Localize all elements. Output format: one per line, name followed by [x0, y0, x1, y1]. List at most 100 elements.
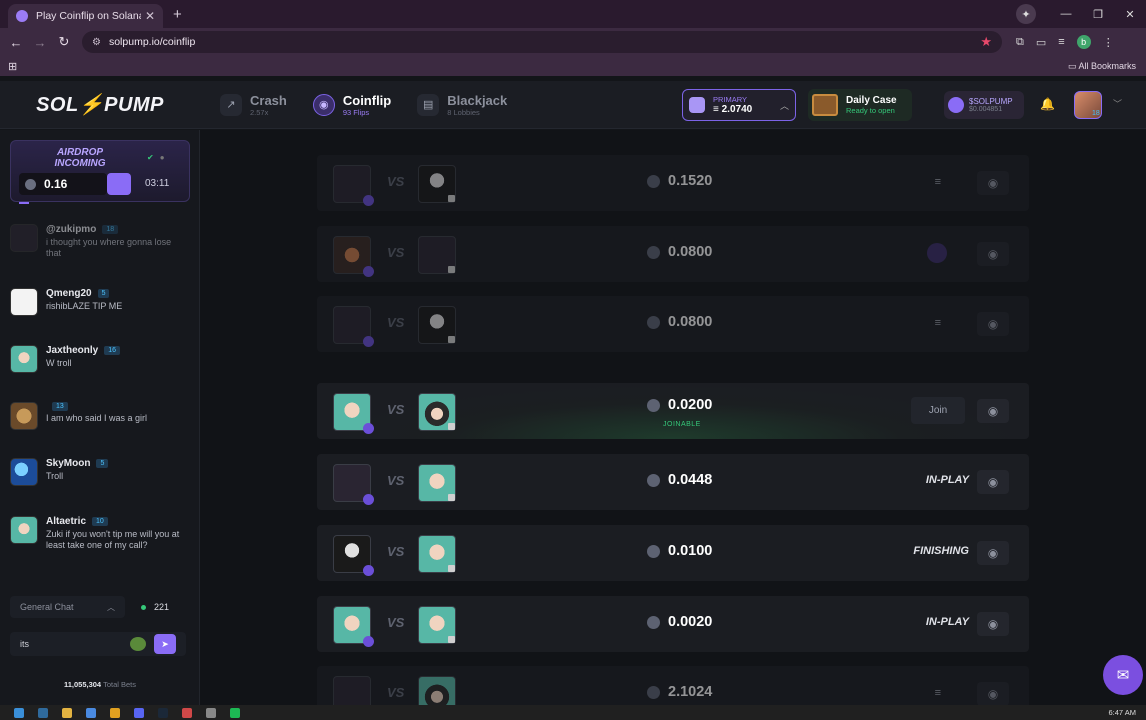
view-eye-icon[interactable]: ◉: [977, 612, 1009, 636]
coinflip-row[interactable]: VS 2.1024 ≡ ◉: [317, 666, 1029, 705]
steam-icon[interactable]: [158, 707, 168, 718]
close-window-icon[interactable]: ✕: [1114, 8, 1146, 21]
chat-text: W troll: [46, 358, 72, 368]
bet-amount-text: 0.0800: [668, 314, 713, 330]
store-icon[interactable]: [86, 707, 96, 718]
split-view-icon[interactable]: ▭: [1036, 36, 1046, 49]
chat-text: Zuki if you won't tip me will you at lea…: [46, 529, 180, 550]
vs-icon: VS: [387, 473, 405, 488]
wallet-selector[interactable]: PRIMARY ≡ 2.0740 ︿: [682, 89, 796, 121]
view-eye-icon[interactable]: ◉: [977, 312, 1009, 336]
coinflip-row[interactable]: VS 0.1520 ≡ ◉: [317, 155, 1029, 211]
view-eye-icon[interactable]: ◉: [977, 242, 1009, 266]
chat-username[interactable]: Jaxtheonly: [46, 345, 98, 356]
view-eye-icon[interactable]: ◉: [977, 541, 1009, 565]
player-avatar[interactable]: [333, 676, 371, 705]
coinflip-row[interactable]: VS 0.0100 FINISHING ◉: [317, 525, 1029, 581]
url-field[interactable]: ⚙ solpump.io/coinflip ★: [82, 31, 1002, 53]
discord-icon[interactable]: [134, 707, 144, 718]
player-badge-icon: [448, 195, 455, 202]
chat-input[interactable]: its ➤: [10, 632, 186, 656]
solpump-logo[interactable]: SOL⚡PUMP: [0, 92, 200, 117]
wallet-amount: ≡ 2.0740: [713, 104, 753, 115]
chat-username[interactable]: Qmeng20: [46, 288, 92, 299]
nav-coinflip[interactable]: ◉ Coinflip 93 Flips: [312, 92, 392, 117]
avatar[interactable]: [10, 458, 38, 486]
view-eye-icon[interactable]: ◉: [977, 470, 1009, 494]
send-button[interactable]: ➤: [154, 634, 176, 654]
assistant-icon[interactable]: ✦: [1016, 4, 1036, 24]
support-chat-icon[interactable]: ✉: [1103, 655, 1143, 695]
avatar[interactable]: [10, 402, 38, 430]
wallet-icon: [689, 97, 705, 113]
spotify-icon[interactable]: [230, 707, 240, 718]
emoji-icon[interactable]: [130, 637, 146, 651]
status-label: IN-PLAY: [925, 616, 969, 628]
coinflip-row[interactable]: VS 0.0020 IN-PLAY ◉: [317, 596, 1029, 652]
nav-blackjack[interactable]: ▤ Blackjack 8 Lobbies: [417, 93, 507, 117]
player-badge-icon: [448, 336, 455, 343]
reload-icon[interactable]: ↻: [52, 34, 76, 50]
forward-icon[interactable]: →: [28, 35, 52, 50]
chest-icon: [812, 94, 838, 116]
status-label: IN-PLAY: [925, 474, 969, 486]
bookmark-star-icon[interactable]: ★: [980, 34, 992, 50]
start-icon[interactable]: [14, 707, 24, 718]
avatar[interactable]: [10, 288, 38, 316]
coinflip-row[interactable]: VS 0.0800 ≡ ◉: [317, 296, 1029, 352]
view-eye-icon[interactable]: ◉: [977, 682, 1009, 705]
chevron-down-icon[interactable]: ﹀: [1113, 97, 1122, 110]
all-bookmarks[interactable]: ▭ All Bookmarks: [1068, 61, 1136, 72]
level-badge: 18: [102, 225, 119, 234]
chat-username[interactable]: Altaetric: [46, 516, 86, 527]
profile-icon[interactable]: b: [1076, 35, 1091, 49]
airdrop-widget: AIRDROP INCOMING ✔ ● 0.16 03:11: [10, 140, 190, 204]
back-icon[interactable]: ←: [4, 35, 28, 50]
chrome-icon[interactable]: [110, 707, 120, 718]
avatar[interactable]: [10, 516, 38, 544]
coinflip-row[interactable]: VS 0.0800 ◉: [317, 226, 1029, 282]
player-badge-icon: [363, 336, 374, 347]
player-badge-icon: [363, 195, 374, 206]
airdrop-claim-button[interactable]: [107, 173, 131, 195]
nav-coinflip-label: Coinflip: [342, 92, 392, 108]
maximize-icon[interactable]: ❐: [1082, 8, 1114, 21]
coinflip-row[interactable]: VS 0.0200 JOINABLE Join ◉: [317, 383, 1029, 439]
token-price-widget[interactable]: $SOLPUMP $0.004851: [944, 91, 1024, 119]
bell-icon[interactable]: 🔔: [1040, 97, 1055, 111]
settings-icon[interactable]: [206, 707, 216, 718]
bet-amount-text: 0.1520: [668, 173, 713, 189]
chat-username[interactable]: SkyMoon: [46, 458, 90, 469]
minimize-icon[interactable]: —: [1050, 8, 1082, 20]
daily-case-button[interactable]: Daily Case Ready to open: [808, 89, 912, 121]
view-eye-icon[interactable]: ◉: [977, 171, 1009, 195]
online-dot-icon: [141, 605, 146, 610]
chrome-active-icon[interactable]: [182, 707, 192, 718]
join-button[interactable]: Join: [911, 397, 965, 424]
site-info-icon[interactable]: ⚙: [92, 37, 101, 48]
avatar[interactable]: [10, 345, 38, 373]
chat-room-selector[interactable]: General Chat ︿: [10, 596, 125, 618]
media-icon[interactable]: ≡: [1058, 36, 1064, 48]
chat-username[interactable]: @zukipmo: [46, 224, 96, 235]
apps-grid-icon[interactable]: ⊞: [8, 60, 17, 73]
new-tab-icon[interactable]: +: [173, 6, 182, 23]
sol-icon: [647, 245, 660, 259]
close-tab-icon[interactable]: ✕: [145, 9, 155, 23]
view-eye-icon[interactable]: ◉: [977, 399, 1009, 423]
extensions-icon[interactable]: ⧉: [1016, 36, 1024, 49]
clock[interactable]: 6:47 AM: [1108, 708, 1136, 717]
taskview-icon[interactable]: [38, 707, 48, 718]
coinflip-row[interactable]: VS 0.0448 IN-PLAY ◉: [317, 454, 1029, 510]
browser-tabbar: Play Coinflip on Solana – No KYC ✕ + ✦ —…: [0, 0, 1146, 28]
browser-tab[interactable]: Play Coinflip on Solana – No KYC ✕: [8, 4, 163, 28]
menu-icon[interactable]: ⋮: [1103, 36, 1114, 49]
info-icon[interactable]: ●: [160, 153, 165, 162]
explorer-icon[interactable]: [62, 707, 72, 718]
nav-crash[interactable]: ↗ Crash 2.57x: [220, 93, 287, 117]
avatar[interactable]: [10, 224, 38, 252]
bet-amount: 0.0020: [647, 614, 712, 630]
bet-amount: 0.0448: [647, 472, 712, 488]
airdrop-status-icons: ✔ ●: [147, 153, 165, 162]
player-avatar[interactable]: [418, 676, 456, 705]
